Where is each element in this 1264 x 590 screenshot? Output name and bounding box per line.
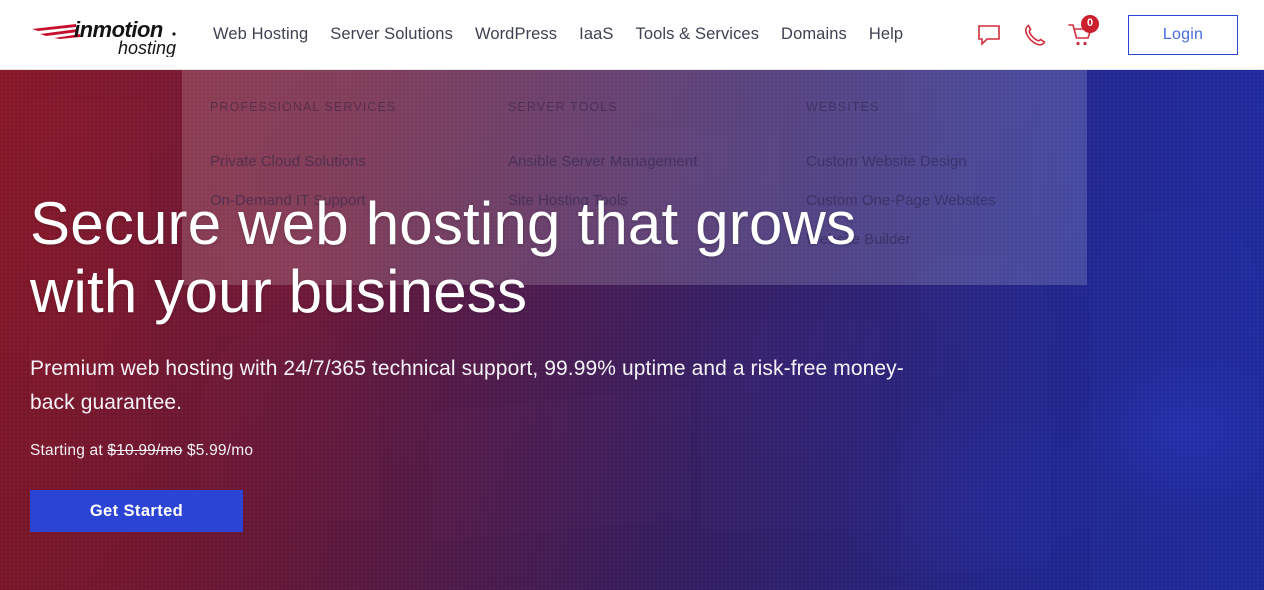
pricing-prefix: Starting at <box>30 442 103 459</box>
main-navigation: Web Hosting Server Solutions WordPress I… <box>202 19 914 50</box>
nav-item-wordpress[interactable]: WordPress <box>464 19 568 50</box>
hero-section: PROFESSIONAL SERVICES Private Cloud Solu… <box>0 70 1264 590</box>
hero-headline: Secure web hosting that grows with your … <box>30 190 980 326</box>
logo-inmotion-hosting[interactable]: inmotion hosting <box>30 13 180 57</box>
dropdown-link-private-cloud-solutions[interactable]: Private Cloud Solutions <box>210 153 480 170</box>
hero-headline-line-1: Secure web hosting that grows <box>30 190 857 257</box>
dropdown-heading: PROFESSIONAL SERVICES <box>210 100 397 114</box>
dropdown-heading: WEBSITES <box>806 100 880 114</box>
nav-item-server-solutions[interactable]: Server Solutions <box>319 19 464 50</box>
hero-subheadline: Premium web hosting with 24/7/365 techni… <box>30 357 904 414</box>
hero-content: Secure web hosting that grows with your … <box>30 190 980 532</box>
phone-icon[interactable] <box>1012 15 1058 55</box>
chat-icon[interactable] <box>966 15 1012 55</box>
pricing-sale-price: $5.99/mo <box>186 442 254 459</box>
nav-item-web-hosting[interactable]: Web Hosting <box>202 19 319 50</box>
hero-headline-line-2: with your business <box>30 258 528 325</box>
header-actions: 0 Login <box>966 14 1264 55</box>
login-button[interactable]: Login <box>1128 14 1238 55</box>
hero-pricing: Starting at $10.99/mo $5.99/mo <box>30 442 980 460</box>
site-header: inmotion hosting Web Hosting Server Solu… <box>0 0 1264 70</box>
get-started-button[interactable]: Get Started <box>30 490 243 532</box>
nav-item-tools-and-services[interactable]: Tools & Services <box>624 19 770 50</box>
nav-item-help[interactable]: Help <box>858 19 914 50</box>
dropdown-link-custom-website-design[interactable]: Custom Website Design <box>806 153 1076 170</box>
cart-icon[interactable]: 0 <box>1058 14 1104 55</box>
logo-swoosh-icon <box>32 23 80 39</box>
svg-text:hosting: hosting <box>118 38 176 57</box>
nav-item-domains[interactable]: Domains <box>770 19 858 50</box>
dropdown-heading: SERVER TOOLS <box>508 100 618 114</box>
cart-count-badge: 0 <box>1081 14 1099 33</box>
dropdown-link-ansible-server-management[interactable]: Ansible Server Management <box>508 153 778 170</box>
pricing-original-price: $10.99/mo <box>107 442 183 459</box>
nav-item-iaas[interactable]: IaaS <box>568 19 624 50</box>
